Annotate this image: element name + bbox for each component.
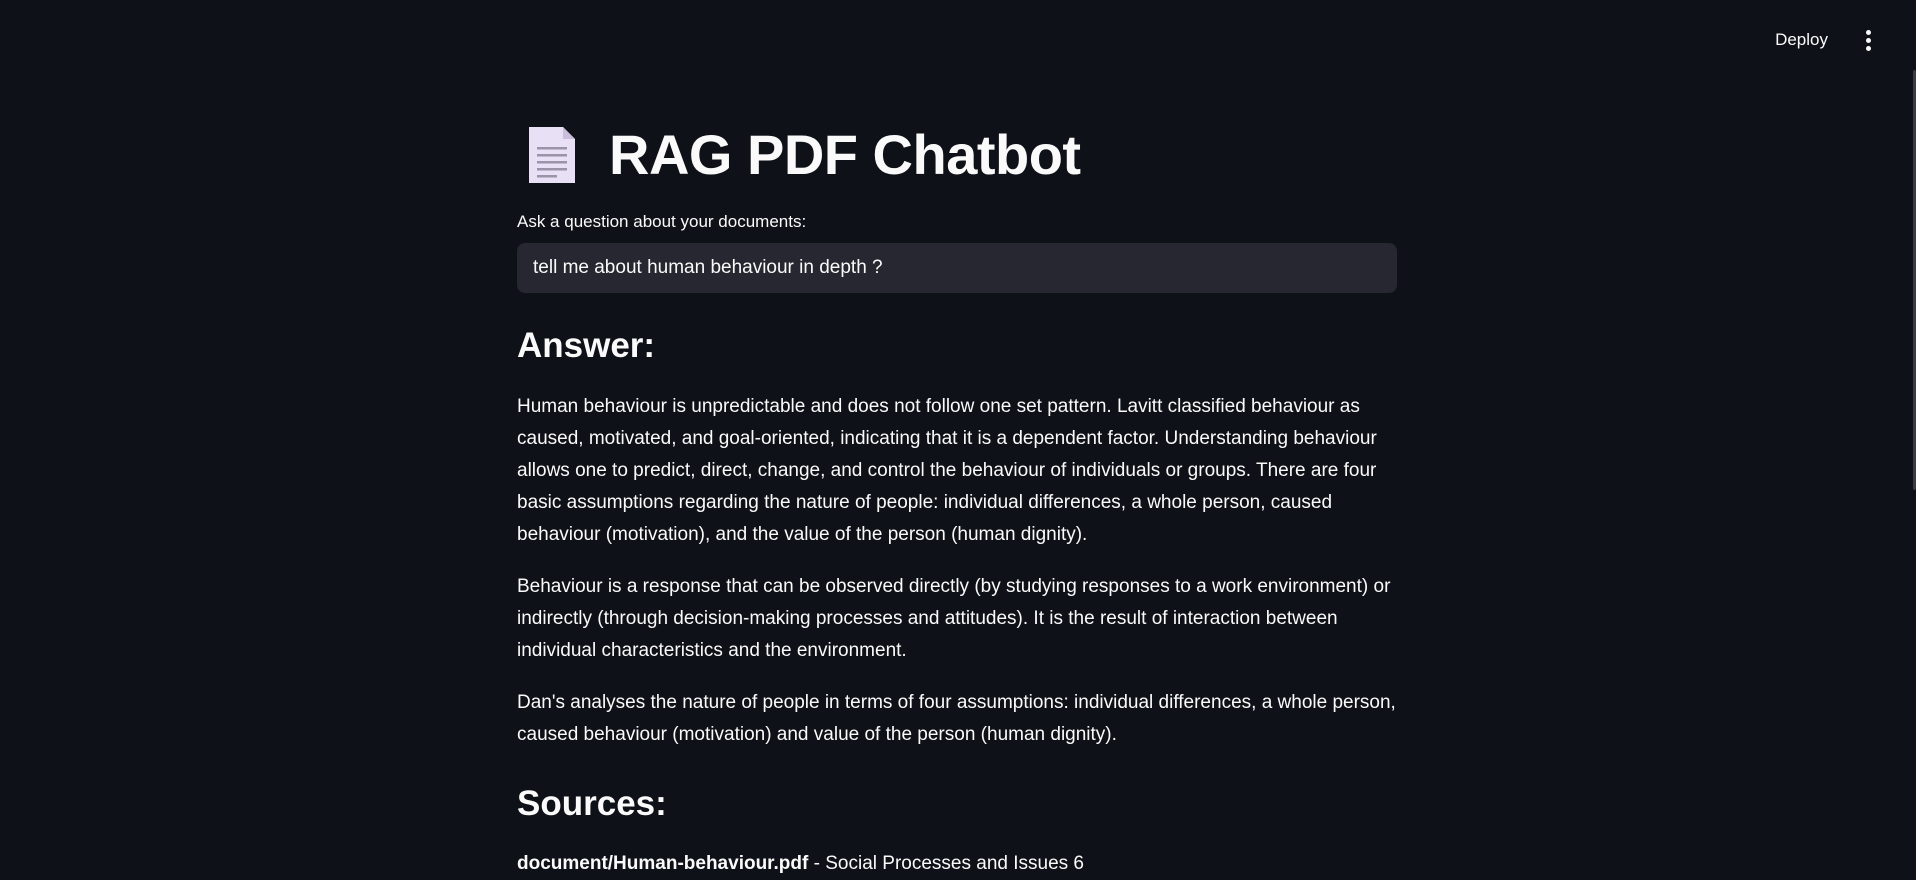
top-toolbar: Deploy xyxy=(0,0,1916,80)
answer-heading: Answer: xyxy=(517,326,656,365)
source-item: document/Human-behaviour.pdf - Social Pr… xyxy=(517,848,1084,880)
question-input[interactable]: tell me about human behaviour in depth ? xyxy=(517,243,1397,293)
kebab-menu-icon[interactable] xyxy=(1858,30,1878,52)
deploy-button[interactable]: Deploy xyxy=(1775,28,1828,52)
title-row: RAG PDF Chatbot xyxy=(523,122,1081,187)
answer-paragraph: Human behaviour is unpredictable and doe… xyxy=(517,396,1377,545)
page-facing-up-icon xyxy=(529,126,575,183)
sources-heading: Sources: xyxy=(517,784,667,823)
question-label: Ask a question about your documents: xyxy=(517,212,807,231)
answer-paragraph: Dan's analyses the nature of people in t… xyxy=(517,692,1396,745)
answer-paragraph: Behaviour is a response that can be obse… xyxy=(517,576,1391,661)
page-title: RAG PDF Chatbot xyxy=(609,123,1081,186)
